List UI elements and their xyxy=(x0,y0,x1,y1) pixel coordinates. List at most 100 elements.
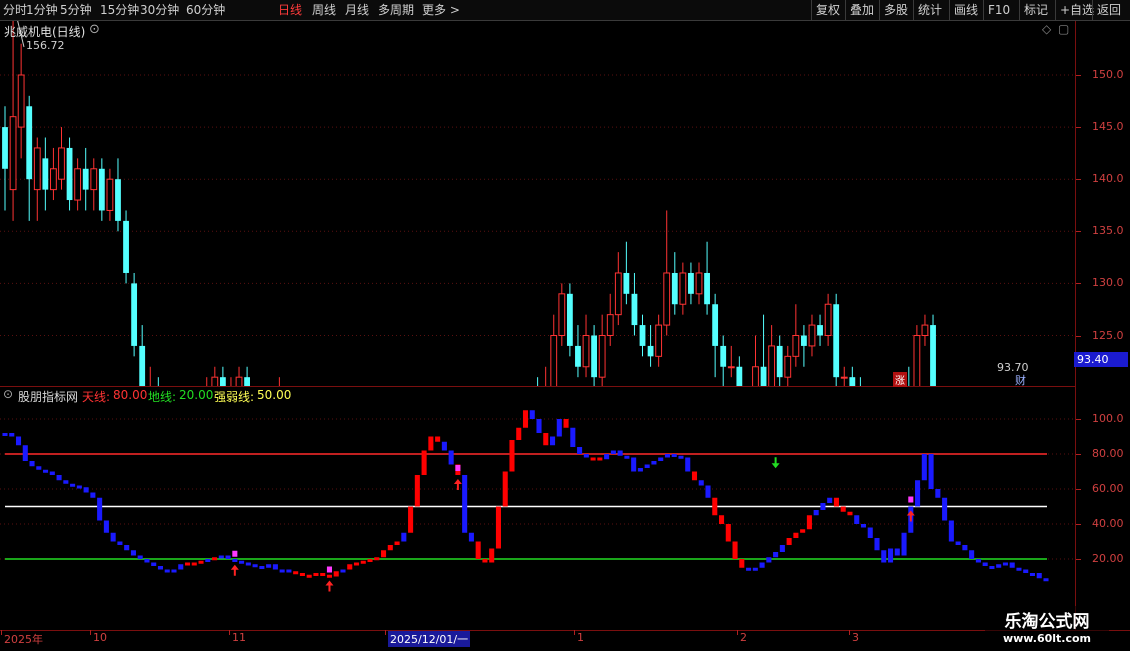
toolbar-action-0[interactable]: 复权 xyxy=(811,0,844,20)
time-label-3: 2025/12/01/一 xyxy=(388,631,471,647)
indicator-bar xyxy=(225,555,231,559)
toolbar-period-7[interactable]: 周线 xyxy=(312,0,336,20)
indicator-bar xyxy=(996,564,1002,568)
indicator-bar xyxy=(144,559,150,563)
toolbar-action-5[interactable]: F10 xyxy=(983,0,1014,20)
time-tick xyxy=(849,630,850,635)
indicator-bar xyxy=(813,510,819,516)
price-axis-tick xyxy=(1076,231,1081,233)
indicator-bar xyxy=(90,492,96,498)
watermark-title: 乐淘公式网 xyxy=(1004,612,1090,632)
candle-body xyxy=(921,324,929,336)
time-tick xyxy=(1,630,2,635)
indicator-bar xyxy=(800,529,806,533)
indicator-bar xyxy=(293,571,299,575)
indicator-bar xyxy=(272,564,278,570)
candle-body xyxy=(727,366,735,369)
candlestick-chart[interactable] xyxy=(0,21,1076,386)
candle-body xyxy=(849,377,856,386)
indicator-bar xyxy=(942,497,948,521)
price-axis-tick xyxy=(1076,179,1081,181)
toolbar-period-1[interactable]: 1分钟 xyxy=(26,0,58,20)
toolbar-period-0[interactable]: 分时 xyxy=(3,0,27,20)
indicator-bar xyxy=(130,550,136,556)
cai-badge[interactable]: 财 xyxy=(1015,372,1026,388)
candle-body xyxy=(752,366,759,386)
indicator-axis-tick xyxy=(1076,454,1081,455)
indicator-bar xyxy=(252,564,258,568)
candle-body xyxy=(930,325,936,386)
toolbar-action-6[interactable]: 标记 xyxy=(1019,0,1052,20)
candle-body xyxy=(550,335,558,386)
toolbar-period-4[interactable]: 30分钟 xyxy=(140,0,179,20)
candle-body xyxy=(688,272,694,294)
indicator-dropdown-icon[interactable]: ⊙ xyxy=(3,387,13,401)
price-axis-label: 135.0 xyxy=(1092,224,1124,238)
candle-body xyxy=(784,355,792,378)
stock-dropdown-icon[interactable]: ⊙ xyxy=(89,22,100,37)
indicator-bar xyxy=(874,538,880,551)
indicator-bar xyxy=(435,436,441,442)
watermark-url: www.60lt.com xyxy=(1002,632,1092,645)
toolbar-period-8[interactable]: 月线 xyxy=(345,0,369,20)
indicator-bar xyxy=(171,569,177,573)
toolbar-action-4[interactable]: 画线 xyxy=(949,0,982,20)
toolbar-period-6[interactable]: 日线 xyxy=(278,0,302,20)
indicator-bar xyxy=(773,552,779,558)
candle-body xyxy=(58,147,65,180)
indicator-bar xyxy=(110,532,116,542)
indicator-bar xyxy=(360,560,366,564)
indicator-bar xyxy=(1002,562,1008,566)
indicator-bar xyxy=(739,559,745,568)
toolbar-action-3[interactable]: 统计 xyxy=(913,0,946,20)
diamond-icon[interactable]: ◇ xyxy=(1042,22,1051,36)
toolbar-period-3[interactable]: 15分钟 xyxy=(100,0,139,20)
price-axis-label: 145.0 xyxy=(1092,120,1124,134)
price-axis-label: 125.0 xyxy=(1092,328,1124,342)
indicator-bar xyxy=(191,562,197,566)
indicator-bar xyxy=(43,469,49,473)
toolbar-action-8[interactable]: 返回 xyxy=(1092,0,1125,20)
indicator-bar xyxy=(887,548,894,563)
indicator-bar xyxy=(752,567,758,571)
indicator-bar xyxy=(806,515,812,530)
time-tick xyxy=(737,630,738,635)
time-tick xyxy=(229,630,230,635)
candle-body xyxy=(211,376,219,386)
toolbar-period-5[interactable]: 60分钟 xyxy=(186,0,225,20)
candle-body xyxy=(575,345,581,367)
indicator-axis-tick xyxy=(1076,524,1081,525)
indicator-axis-tick xyxy=(1076,559,1081,560)
toolbar-period-9[interactable]: 多周期 xyxy=(378,0,414,20)
indicator-bar xyxy=(867,527,873,538)
indicator-bar xyxy=(245,562,251,566)
indicator-bar xyxy=(367,559,373,562)
dixian-label: 地线: xyxy=(148,390,177,404)
candle-body xyxy=(840,376,848,379)
indicator-bar xyxy=(915,480,921,507)
window-icon[interactable]: ▢ xyxy=(1058,22,1069,36)
indicator-bar xyxy=(550,436,556,446)
indicator-bar xyxy=(387,545,393,551)
candle-body xyxy=(66,147,73,201)
toolbar-action-1[interactable]: 叠加 xyxy=(845,0,878,20)
toolbar-action-2[interactable]: 多股 xyxy=(879,0,912,20)
indicator-bar xyxy=(975,559,981,563)
indicator-bar xyxy=(468,532,474,542)
indicator-bar xyxy=(522,410,529,428)
candle-body xyxy=(631,293,638,326)
toolbar-period-2[interactable]: 5分钟 xyxy=(60,0,92,20)
indicator-bar xyxy=(820,503,826,510)
candle-body xyxy=(695,272,703,295)
indicator-bar xyxy=(1029,573,1036,576)
indicator-bar xyxy=(746,567,752,571)
toolbar-period-10[interactable]: 更多 > xyxy=(422,0,460,20)
zhang-badge[interactable]: 涨 xyxy=(893,372,907,387)
dixian-value: 20.00 xyxy=(179,388,214,402)
indicator-bar xyxy=(766,557,772,563)
candle-body xyxy=(712,304,719,346)
candle-body xyxy=(817,325,823,336)
indicator-chart[interactable] xyxy=(0,387,1076,630)
price-axis-label: 130.0 xyxy=(1092,276,1124,290)
indicator-bar xyxy=(759,562,765,568)
